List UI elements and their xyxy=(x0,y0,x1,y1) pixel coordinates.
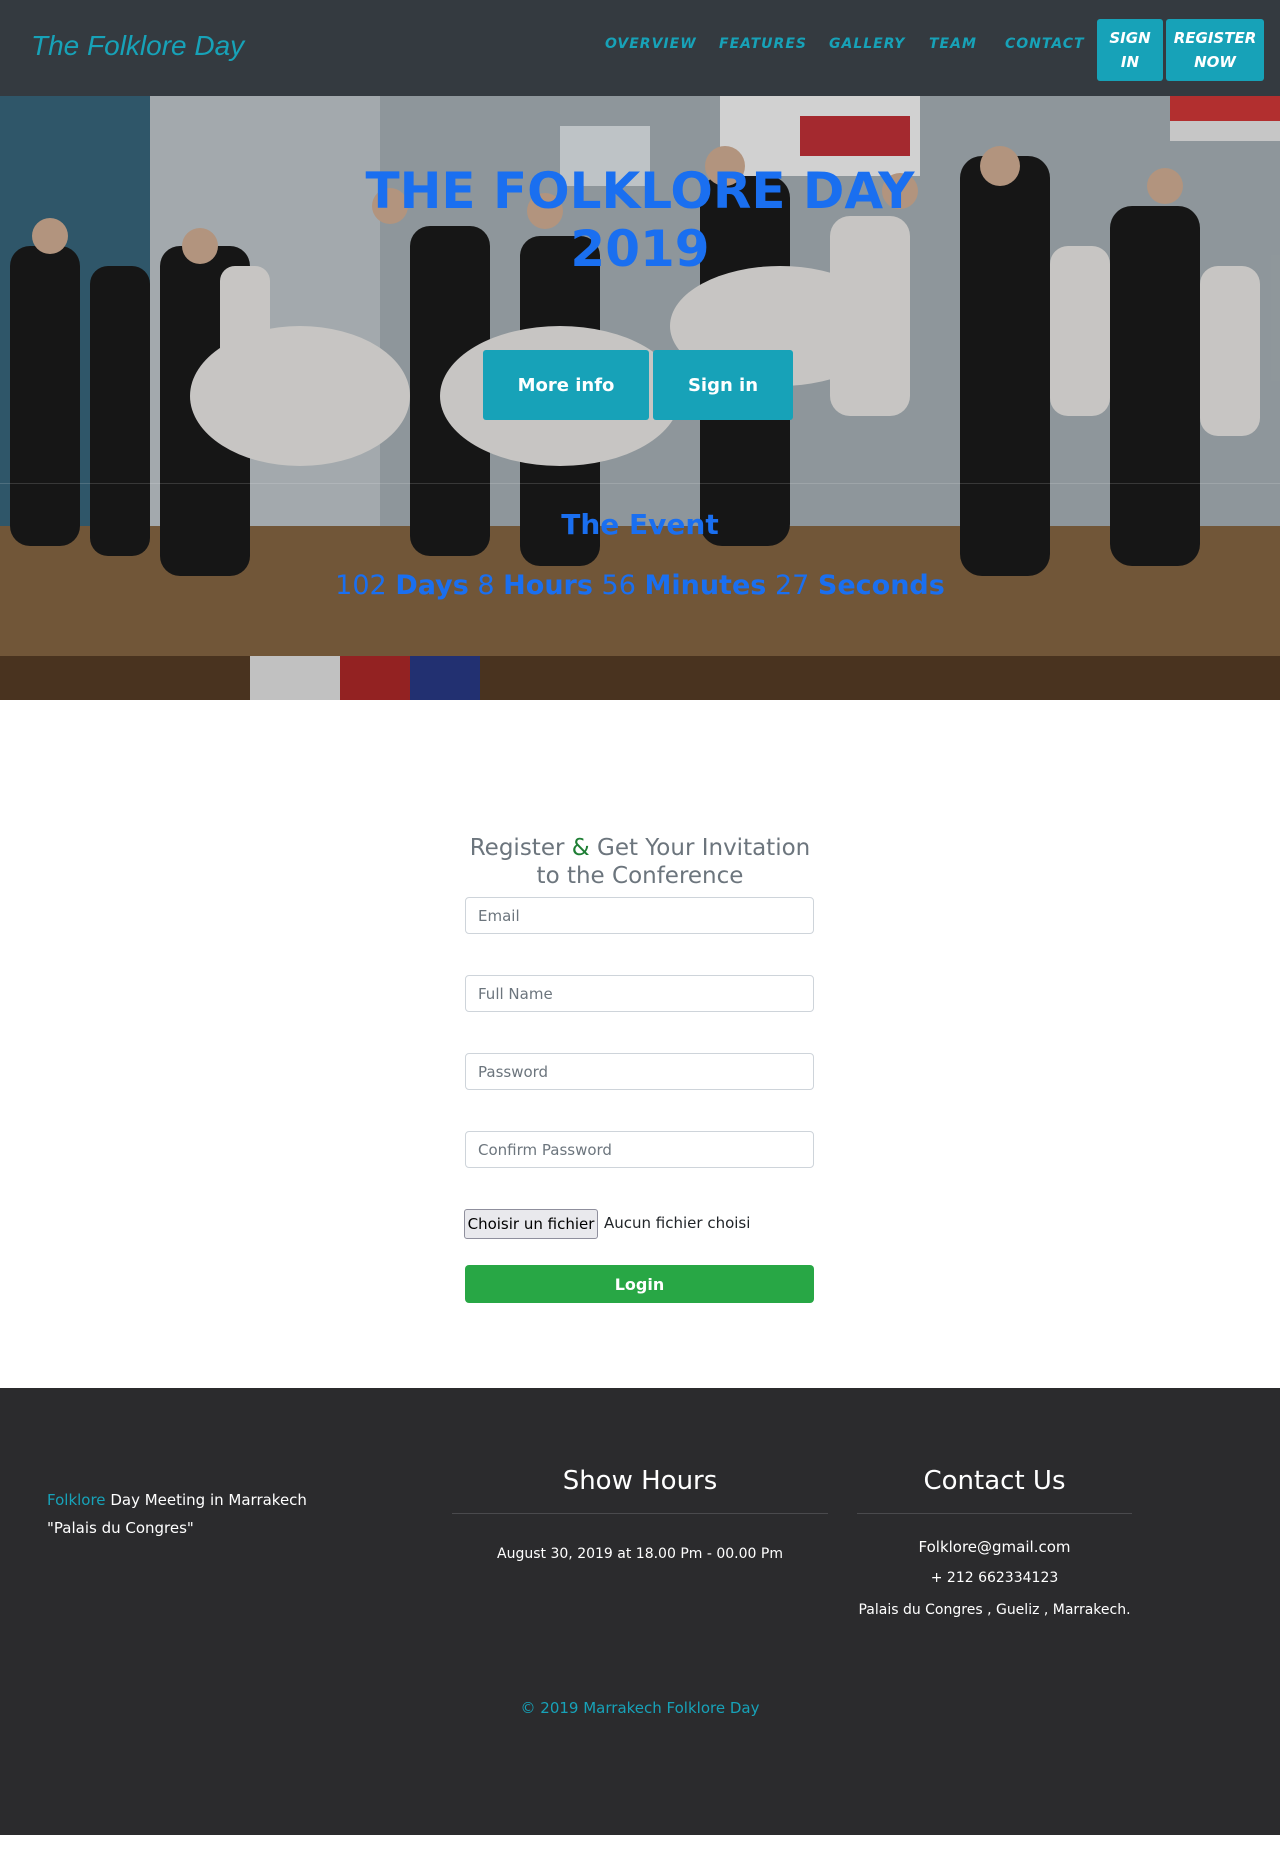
event-title: The Event xyxy=(561,508,719,541)
login-button[interactable]: Login xyxy=(465,1265,814,1303)
choose-file-button[interactable]: Choisir un fichier xyxy=(464,1209,598,1239)
nav-link-gallery[interactable]: GALLERY xyxy=(829,36,905,52)
contact-us-title: Contact Us xyxy=(923,1466,1066,1496)
contact-email-link[interactable]: Folklore@gmail.com xyxy=(837,1538,1152,1556)
countdown-seconds-value: 27 xyxy=(774,570,810,601)
contact-address: Palais du Congres , Gueliz , Marrakech. xyxy=(858,1602,1131,1618)
hero-divider xyxy=(0,483,1280,484)
countdown-days-value: 102 xyxy=(335,570,387,601)
copyright-text: © 2019 Marrakech Folklore Day xyxy=(520,1699,760,1717)
register-heading-part2: Get Your Invitation xyxy=(597,835,811,861)
nav-sign-in-label-line1: SIGN xyxy=(1109,29,1151,47)
nav-link-overview[interactable]: OVERVIEW xyxy=(605,36,697,52)
register-heading-line2: to the Conference xyxy=(536,863,744,889)
nav-register-label-line1: REGISTER xyxy=(1173,29,1257,47)
nav-register-label-line2: NOW xyxy=(1194,53,1236,71)
countdown-minutes-label: Minutes xyxy=(644,570,767,601)
full-name-field[interactable] xyxy=(465,975,814,1012)
countdown-hours-value: 8 xyxy=(477,570,495,601)
countdown-seconds-label: Seconds xyxy=(817,570,945,601)
footer: Folklore Day Meeting in Marrakech "Palai… xyxy=(0,1388,1280,1835)
countdown-days-label: Days xyxy=(395,570,469,601)
register-heading-part1: Register xyxy=(469,835,565,861)
footer-about-highlight[interactable]: Folklore xyxy=(47,1491,106,1509)
navbar: The Folklore Day OVERVIEW FEATURES GALLE… xyxy=(0,0,1280,96)
hero-title-line2: 2019 xyxy=(570,220,710,278)
show-hours-text: August 30, 2019 at 18.00 Pm - 00.00 Pm xyxy=(497,1546,783,1562)
footer-about-venue: "Palais du Congres" xyxy=(47,1519,194,1537)
confirm-password-field[interactable] xyxy=(465,1131,814,1168)
footer-about: Folklore Day Meeting in Marrakech "Palai… xyxy=(47,1486,347,1542)
nav-register-button[interactable]: REGISTER NOW xyxy=(1166,19,1264,81)
hero-title: THE FOLKLORE DAY 2019 xyxy=(340,162,940,278)
password-field[interactable] xyxy=(465,1053,814,1090)
file-status-text: Aucun fichier choisi xyxy=(604,1214,751,1232)
nav-link-contact[interactable]: CONTACT xyxy=(1005,36,1085,52)
footer-about-text: Day Meeting in Marrakech xyxy=(110,1491,307,1509)
nav-link-features[interactable]: FEATURES xyxy=(719,36,807,52)
brand-logo[interactable]: The Folklore Day xyxy=(31,30,244,62)
nav-sign-in-button[interactable]: SIGN IN xyxy=(1097,19,1163,81)
contact-us-divider xyxy=(857,1513,1132,1514)
hero-sign-in-button[interactable]: Sign in xyxy=(653,350,793,420)
register-heading-ampersand: & xyxy=(571,835,590,861)
hero-title-line1: THE FOLKLORE DAY xyxy=(365,162,915,220)
countdown-hours-label: Hours xyxy=(503,570,593,601)
register-heading: Register & Get Your Invitation to the Co… xyxy=(440,834,840,890)
contact-phone: + 212 662334123 xyxy=(930,1570,1059,1586)
show-hours-divider xyxy=(452,1513,828,1514)
nav-sign-in-label-line2: IN xyxy=(1120,53,1140,71)
countdown-minutes-value: 56 xyxy=(601,570,636,601)
show-hours-title: Show Hours xyxy=(562,1466,718,1496)
nav-link-team[interactable]: TEAM xyxy=(929,36,977,52)
countdown-timer: 102 Days 8 Hours 56 Minutes 27 Seconds xyxy=(240,570,1040,601)
email-field[interactable] xyxy=(465,897,814,934)
hero-section: THE FOLKLORE DAY 2019 More info Sign in … xyxy=(0,96,1280,700)
more-info-button[interactable]: More info xyxy=(483,350,649,420)
